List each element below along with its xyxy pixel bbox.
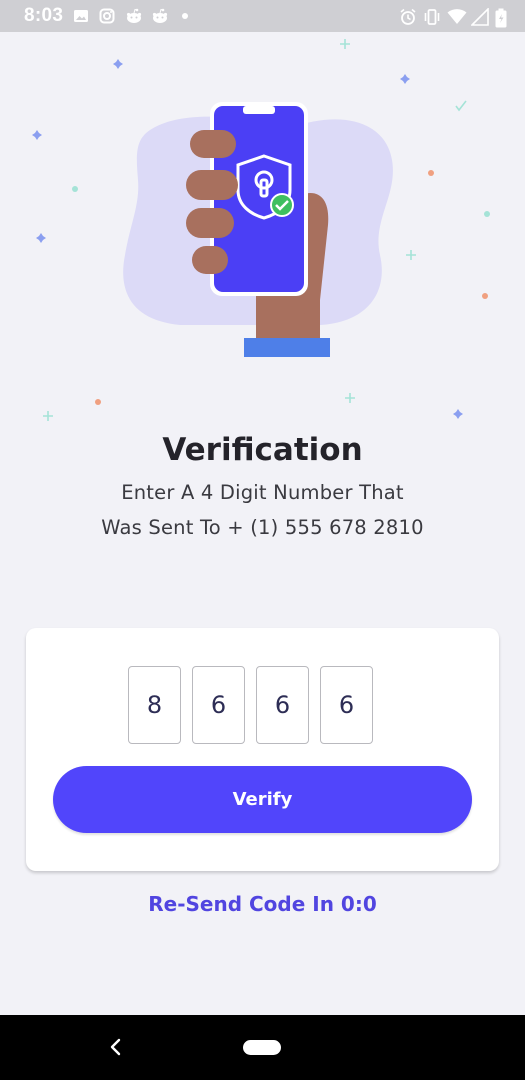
- reddit-icon: [151, 8, 168, 24]
- reddit-icon: [125, 8, 142, 24]
- back-icon[interactable]: [104, 1035, 128, 1059]
- battery-icon: [495, 8, 511, 28]
- instruction-line-1: Enter A 4 Digit Number That: [121, 481, 404, 504]
- sleeve: [244, 338, 330, 357]
- dot-icon: [177, 8, 193, 24]
- image-icon: [73, 8, 89, 24]
- status-right: [399, 7, 511, 28]
- signal-icon: [470, 7, 489, 26]
- otp-digit-2[interactable]: 6: [192, 666, 245, 744]
- status-left: 8:03: [24, 5, 193, 27]
- verify-button[interactable]: Verify: [53, 766, 472, 833]
- home-pill-button[interactable]: [243, 1040, 281, 1055]
- navigation-bar: [0, 1015, 525, 1080]
- otp-digit-4[interactable]: 6: [320, 666, 373, 744]
- alarm-icon: [399, 8, 416, 25]
- verify-button-label: Verify: [232, 789, 293, 810]
- otp-card: 8 6 6 6 Verify: [26, 628, 499, 871]
- page-title: Verification: [162, 432, 363, 468]
- status-bar: 8:03: [0, 0, 525, 32]
- resend-code-link[interactable]: Re-Send Code In 0:0: [0, 892, 525, 916]
- otp-digit-1[interactable]: 8: [128, 666, 181, 744]
- otp-digit-3[interactable]: 6: [256, 666, 309, 744]
- verification-illustration: [0, 32, 525, 432]
- otp-input-row: 8 6 6 6: [128, 666, 373, 744]
- wifi-icon: [447, 8, 467, 24]
- instruction-line-2: Was Sent To + (1) 555 678 2810: [101, 516, 424, 539]
- status-time: 8:03: [24, 5, 64, 26]
- instagram-icon: [99, 8, 115, 24]
- vibrate-icon: [423, 8, 440, 25]
